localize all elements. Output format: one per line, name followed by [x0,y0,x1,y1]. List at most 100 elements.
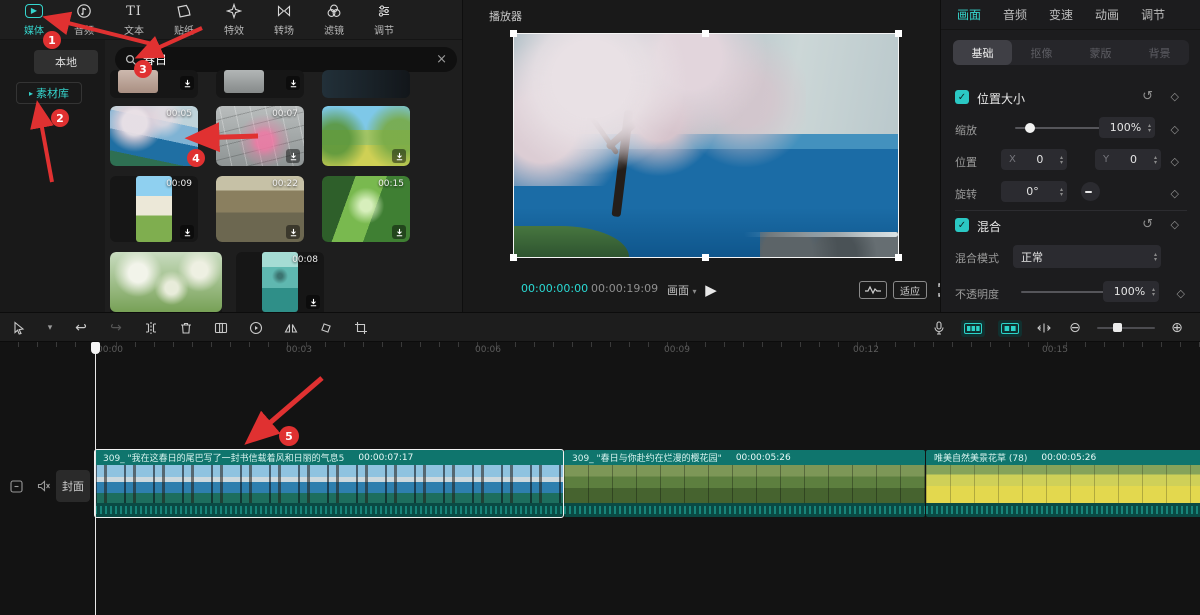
search-input[interactable]: 春日 × [115,47,457,72]
tab-audio[interactable]: 音频 [64,2,104,37]
keyframe-icon[interactable]: ◇ [1171,155,1179,168]
resize-handle[interactable] [895,30,902,37]
media-item[interactable]: 00:07 [216,106,304,166]
subtab-background[interactable]: 背景 [1130,40,1189,65]
timeline-zoom-slider[interactable] [1097,327,1155,329]
download-icon[interactable] [286,149,300,163]
preview-quality-icon[interactable] [859,281,887,299]
media-item[interactable]: 00:05 [110,106,198,166]
sidebar-item-local[interactable]: 本地 [34,50,98,74]
fit-button[interactable]: 适应 [893,281,927,299]
media-item[interactable] [110,252,222,312]
scale-value-field[interactable]: 100% ▴▾ [1099,117,1155,138]
main-track-magnet-toggle[interactable] [961,320,985,337]
media-item[interactable]: 00:22 [216,176,304,242]
blend-mode-select[interactable]: 正常 ▴▾ [1013,245,1161,268]
tab-effects[interactable]: 特效 [214,2,254,37]
download-icon[interactable] [180,225,194,239]
tab-text[interactable]: TI 文本 [114,2,154,37]
blend-checkbox[interactable]: ✓ [955,218,969,232]
mirror-icon[interactable] [282,319,300,337]
stepper-icon[interactable]: ▴▾ [1060,155,1063,165]
track-options-icon[interactable] [8,478,24,494]
sidebar-item-library[interactable]: ▸ 素材库 [16,82,82,104]
record-voiceover-icon[interactable] [930,319,948,337]
rotation-knob[interactable] [1081,182,1100,201]
opacity-value-field[interactable]: 100% ▴▾ [1103,281,1159,302]
timeline-clip-2[interactable]: 309_ "春日与你赴约在烂漫的樱花园" 00:00:05:26 [564,450,925,517]
tab-adjust[interactable]: 调节 [364,2,404,37]
undo-icon[interactable]: ↩ [72,319,90,337]
select-tool-chevron-icon[interactable]: ▾ [45,319,55,337]
resize-handle[interactable] [510,254,517,261]
tab-filters[interactable]: 滤镜 [314,2,354,37]
clear-search-icon[interactable]: × [436,52,447,67]
resize-handle[interactable] [510,30,517,37]
download-icon[interactable] [392,149,406,163]
tab-transitions[interactable]: 转场 [264,2,304,37]
resize-handle[interactable] [895,254,902,261]
stepper-icon[interactable]: ▴▾ [1154,252,1157,262]
media-item[interactable]: 00:15 [322,176,410,242]
media-item[interactable] [322,106,410,166]
auto-snap-toggle[interactable] [998,320,1022,337]
media-item[interactable] [216,70,304,98]
reset-icon[interactable]: ↺ [1142,217,1153,232]
reverse-icon[interactable] [247,319,265,337]
view-mode-dropdown[interactable]: 画面 ▾ [667,282,697,298]
subtab-mask[interactable]: 蒙版 [1071,40,1130,65]
timeline-zoom-thumb[interactable] [1113,323,1122,332]
tab-speed[interactable]: 变速 [1049,6,1073,23]
split-icon[interactable] [142,319,160,337]
stepper-icon[interactable]: ▴▾ [1148,123,1151,133]
timeline-ruler[interactable]: 00:00 00:03 00:06 00:09 00:12 00:15 [0,342,1200,359]
subtab-basic[interactable]: 基础 [953,40,1012,65]
stepper-icon[interactable]: ▴▾ [1152,287,1155,297]
stepper-icon[interactable]: ▴▾ [1154,155,1157,165]
stepper-icon[interactable]: ▴▾ [1060,187,1063,197]
download-icon[interactable] [306,295,320,309]
zoom-in-icon[interactable]: ⊕ [1168,319,1186,337]
play-button[interactable]: ▶ [699,278,723,302]
position-size-checkbox[interactable]: ✓ [955,90,969,104]
position-x-field[interactable]: X 0 ▴▾ [1001,149,1067,170]
linkage-icon[interactable] [1035,319,1053,337]
media-item[interactable] [110,70,198,98]
timeline-clip-1[interactable]: 309_ "我在这春日的尾巴写了一封书信载着风和日丽的气息5 00:00:07:… [95,450,563,517]
keyframe-icon[interactable]: ◇ [1171,123,1179,136]
redo-icon[interactable]: ↪ [107,319,125,337]
position-y-field[interactable]: Y 0 ▴▾ [1095,149,1161,170]
tab-adjust-settings[interactable]: 调节 [1141,6,1165,23]
tab-media[interactable]: ▶ 媒体 [14,2,54,37]
video-preview[interactable] [513,33,899,258]
tab-picture[interactable]: 画面 [957,6,981,23]
timeline-clip-3[interactable]: 唯美自然美景花草 (78) 00:00:05:26 [926,450,1200,517]
subtab-keying[interactable]: 抠像 [1012,40,1071,65]
resize-handle[interactable] [702,254,709,261]
download-icon[interactable] [286,76,300,90]
keyframe-icon[interactable]: ◇ [1171,187,1179,200]
rotation-field[interactable]: 0° ▴▾ [1001,181,1067,202]
cover-button[interactable]: 封面 [56,470,90,502]
crop-icon[interactable] [352,319,370,337]
download-icon[interactable] [180,76,194,90]
select-tool-icon[interactable] [10,319,28,337]
download-icon[interactable] [392,225,406,239]
zoom-out-icon[interactable]: ⊖ [1066,319,1084,337]
delete-icon[interactable] [177,319,195,337]
reset-icon[interactable]: ↺ [1142,89,1153,104]
tab-sticker[interactable]: 贴纸 [164,2,204,37]
freeze-frame-icon[interactable] [212,319,230,337]
playhead[interactable] [91,342,100,354]
keyframe-icon[interactable]: ◇ [1177,287,1185,300]
keyframe-icon[interactable]: ◇ [1171,90,1179,103]
tab-animation[interactable]: 动画 [1095,6,1119,23]
mute-track-icon[interactable] [36,478,52,494]
media-item[interactable]: 00:09 [110,176,198,242]
media-item[interactable]: 00:08 [236,252,324,312]
scale-slider-thumb[interactable] [1025,123,1035,133]
keyframe-icon[interactable]: ◇ [1171,218,1179,231]
tab-audio-settings[interactable]: 音频 [1003,6,1027,23]
resize-handle[interactable] [702,30,709,37]
rotate-icon[interactable] [317,319,335,337]
